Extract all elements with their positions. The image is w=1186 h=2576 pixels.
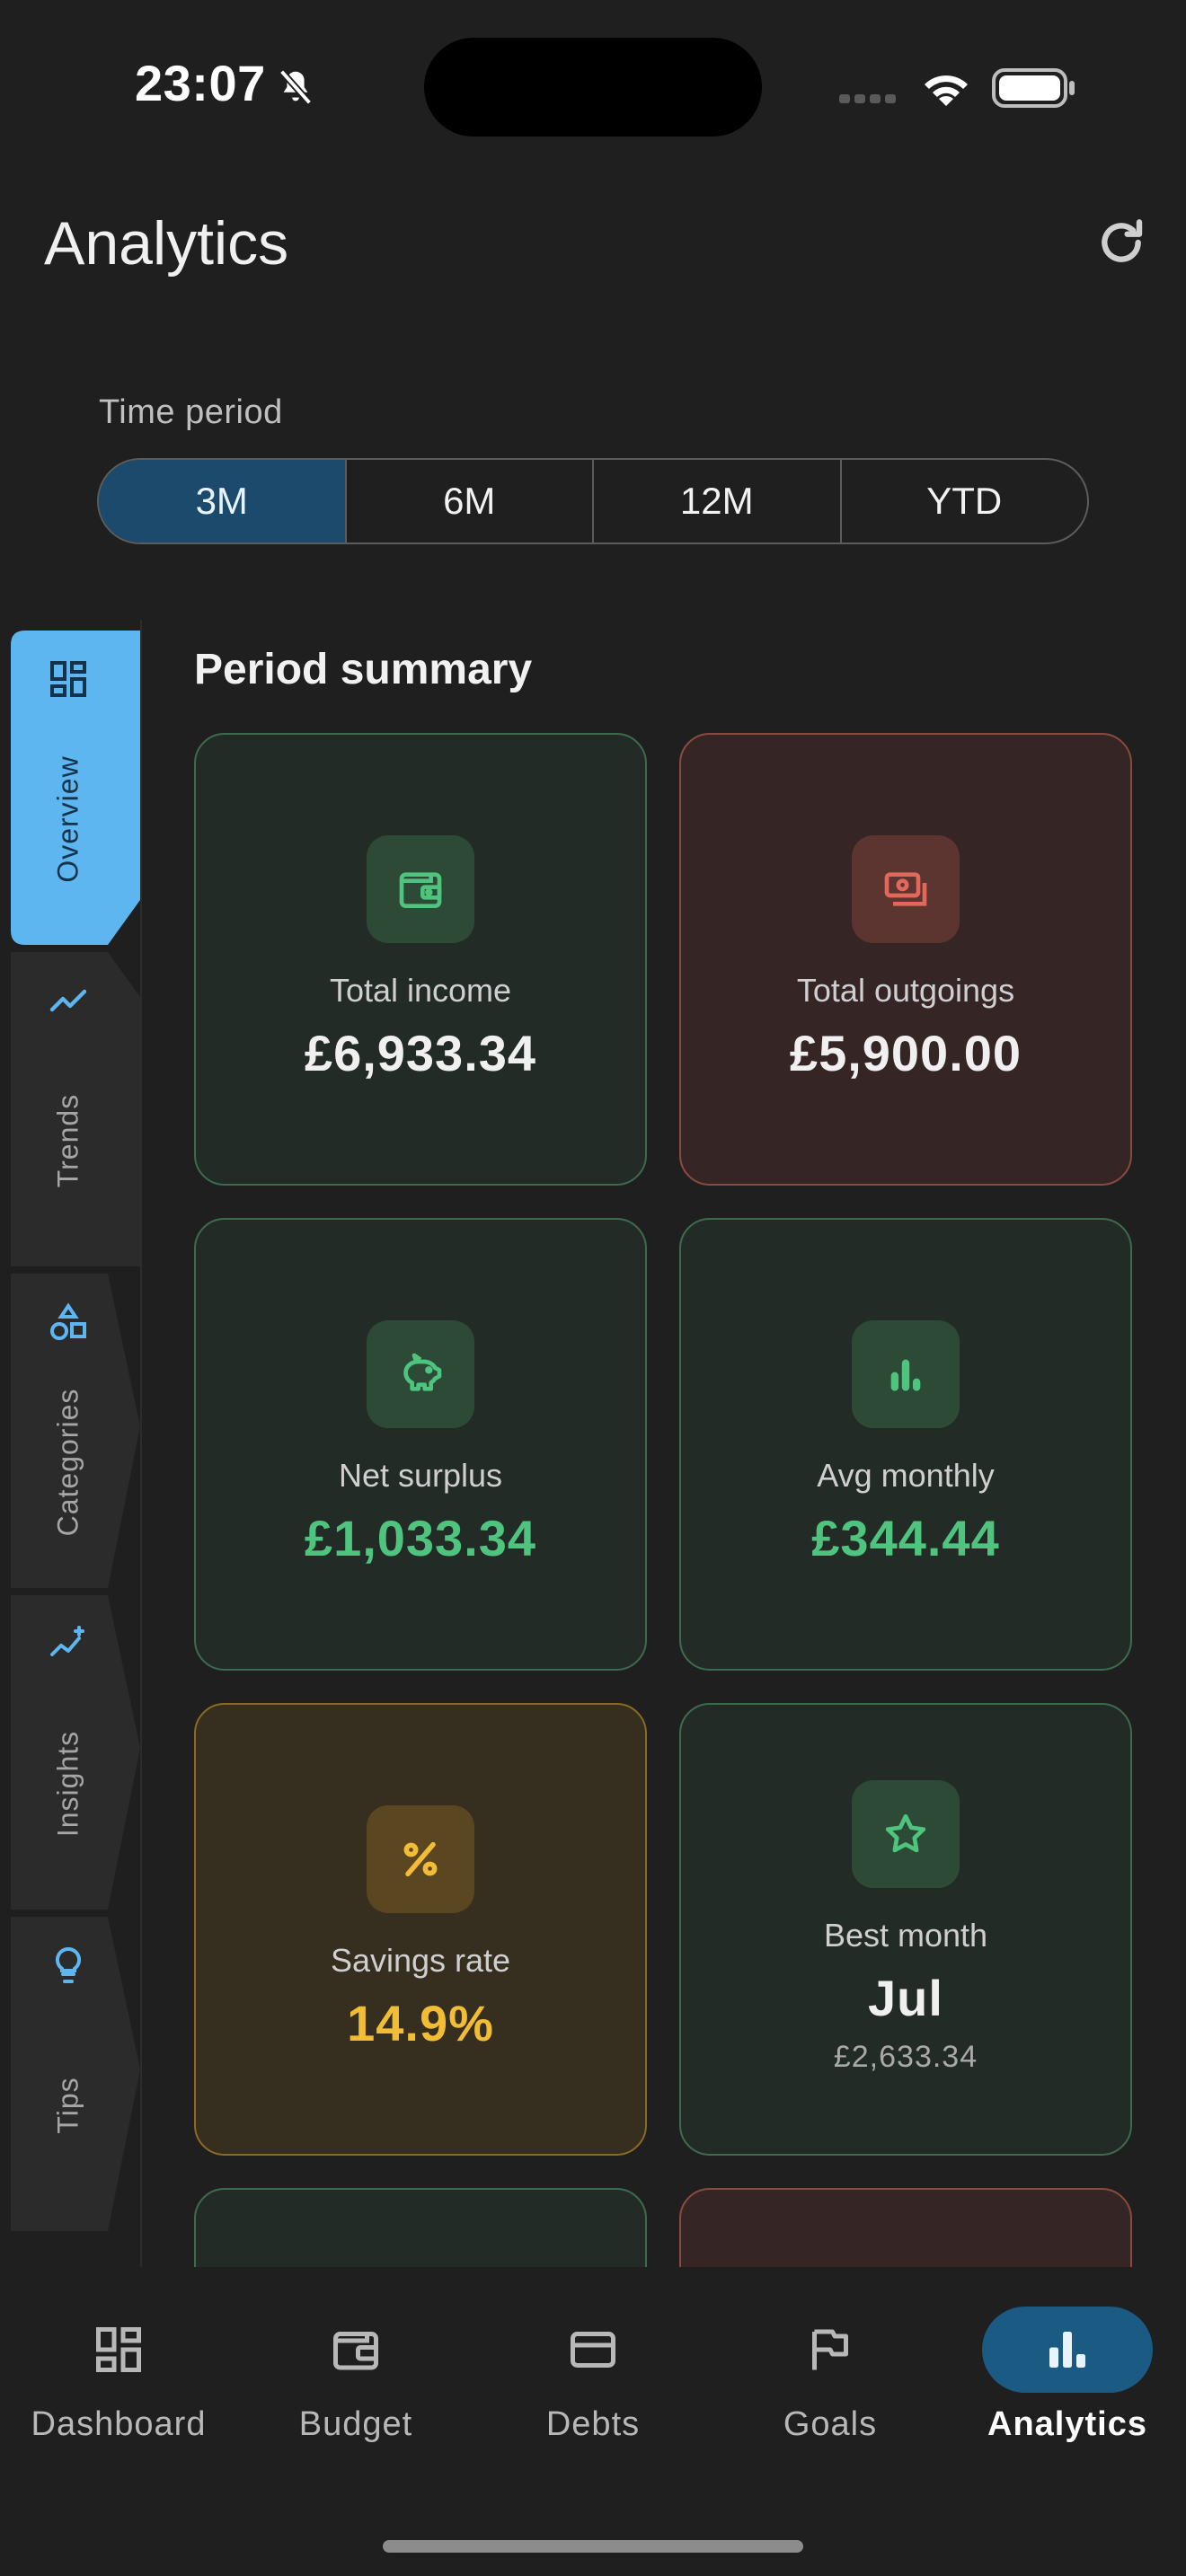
trend-line-icon — [49, 989, 87, 1012]
money-icon — [884, 872, 927, 906]
dynamic-island — [424, 38, 762, 137]
card-label: Net surplus — [338, 1457, 503, 1494]
side-tab-overview[interactable]: Overview — [11, 631, 140, 945]
refresh-icon[interactable] — [1093, 214, 1150, 271]
period-12m-button[interactable]: 12M — [594, 460, 842, 543]
card-subvalue: £2,633.34 — [833, 2040, 978, 2074]
bar-chart-icon — [890, 1359, 921, 1391]
section-title: Period summary — [194, 646, 533, 693]
status-time: 23:07 — [135, 55, 266, 111]
card-value: 14.9% — [347, 1995, 494, 2051]
flag-icon — [812, 2329, 848, 2370]
card-label: Savings rate — [330, 1942, 511, 1979]
savings-rate-card[interactable]: Savings rate 14.9% — [194, 1703, 647, 2156]
nav-label: Goals — [783, 2405, 878, 2443]
total-income-card[interactable]: Total income £6,933.34 — [194, 733, 647, 1186]
side-tab-trends[interactable]: Trends — [11, 952, 140, 1266]
star-icon — [885, 1813, 926, 1853]
best-month-card[interactable]: Best month Jul £2,633.34 — [679, 1703, 1132, 2156]
card-value: £6,933.34 — [304, 1025, 537, 1081]
bell-muted-icon — [279, 69, 313, 105]
battery-icon — [992, 68, 1075, 108]
shapes-icon — [50, 1302, 86, 1340]
card-label: Total outgoings — [796, 972, 1015, 1009]
side-tab-label: Trends — [51, 1093, 84, 1188]
side-tab-label: Tips — [51, 2077, 84, 2134]
side-tab-rail: Overview Trends Categories Insights Tips — [0, 620, 144, 2268]
card-label: Avg monthly — [817, 1457, 995, 1494]
nav-goals[interactable]: Goals — [722, 2307, 938, 2468]
percent-icon — [403, 1841, 438, 1877]
side-tab-insights[interactable]: Insights — [11, 1595, 140, 1910]
side-tab-categories[interactable]: Categories — [11, 1274, 140, 1588]
period-6m-button[interactable]: 6M — [347, 460, 594, 543]
page-title: Analytics — [44, 209, 289, 278]
side-tab-label: Overview — [51, 755, 84, 883]
avg-monthly-card[interactable]: Avg monthly £344.44 — [679, 1218, 1132, 1671]
total-outgoings-card[interactable]: Total outgoings £5,900.00 — [679, 733, 1132, 1186]
nav-budget[interactable]: Budget — [248, 2307, 464, 2468]
wifi-icon — [925, 75, 968, 106]
wallet-icon — [399, 872, 442, 908]
card-value: Jul — [868, 1970, 943, 2026]
credit-card-icon — [571, 2332, 615, 2368]
dashboard-icon — [96, 2327, 141, 2372]
nav-debts[interactable]: Debts — [485, 2307, 701, 2468]
nav-label: Dashboard — [31, 2405, 207, 2443]
nav-label: Debts — [545, 2405, 641, 2443]
nav-label: Budget — [298, 2405, 413, 2443]
bar-chart-icon — [1049, 2332, 1085, 2368]
card-value: £344.44 — [811, 1510, 1000, 1566]
time-period-selector: 3M 6M 12M YTD — [97, 458, 1089, 544]
piggy-bank-icon — [403, 1353, 442, 1391]
dashboard-icon — [50, 661, 86, 697]
period-3m-button[interactable]: 3M — [99, 460, 347, 543]
cellular-signal-icon — [839, 92, 900, 108]
wallet-icon — [333, 2332, 378, 2370]
card-value: £1,033.34 — [304, 1510, 537, 1566]
home-indicator[interactable] — [383, 2540, 803, 2553]
sparkle-chart-icon — [50, 1626, 84, 1656]
card-label: Best month — [823, 1917, 988, 1954]
side-tab-tips[interactable]: Tips — [11, 1917, 140, 2231]
card-label: Total income — [329, 972, 512, 1009]
side-tab-label: Categories — [51, 1388, 84, 1537]
lightbulb-icon — [55, 1946, 82, 1983]
period-ytd-button[interactable]: YTD — [842, 460, 1088, 543]
net-surplus-card[interactable]: Net surplus £1,033.34 — [194, 1218, 647, 1671]
side-tab-label: Insights — [51, 1730, 84, 1838]
time-period-label: Time period — [99, 393, 283, 431]
nav-label: Analytics — [987, 2405, 1147, 2443]
card-value: £5,900.00 — [789, 1025, 1022, 1081]
rail-divider — [140, 620, 142, 2268]
nav-analytics[interactable]: Analytics — [960, 2307, 1175, 2468]
nav-dashboard[interactable]: Dashboard — [11, 2307, 226, 2468]
